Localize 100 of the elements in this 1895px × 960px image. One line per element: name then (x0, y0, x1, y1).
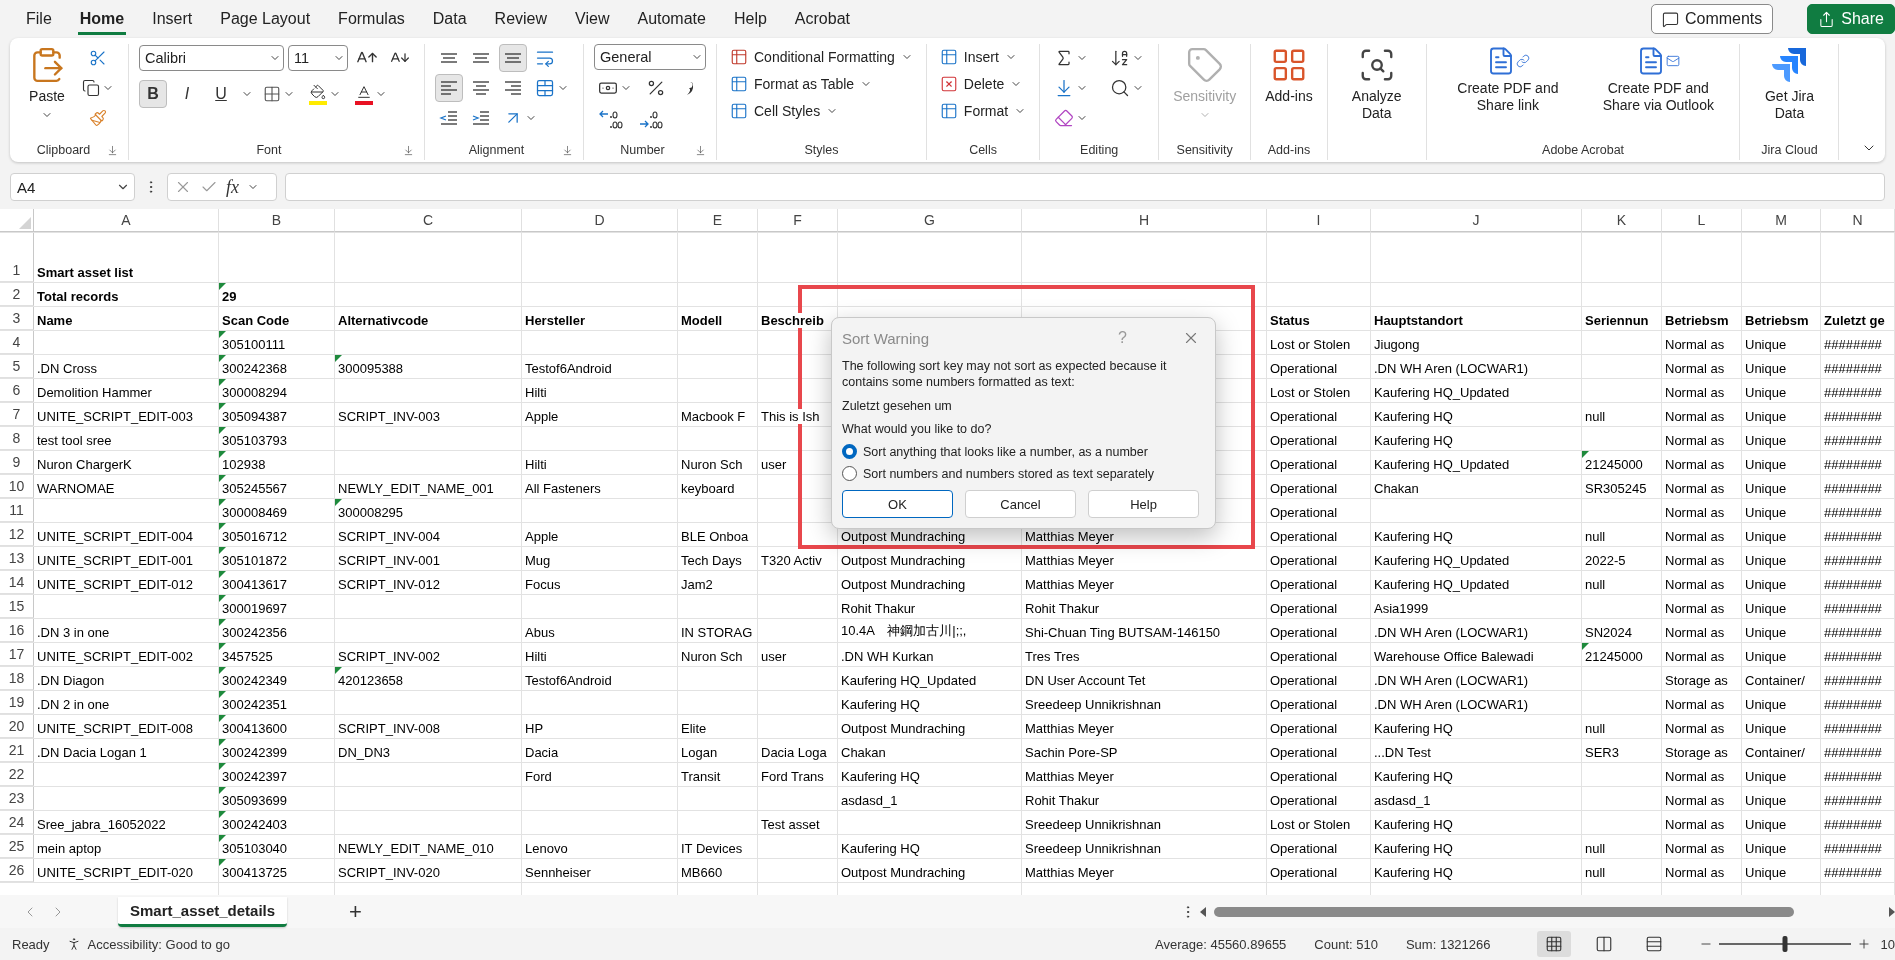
row-header[interactable]: 14 (0, 571, 34, 594)
column-header[interactable]: G (838, 209, 1022, 232)
row-header[interactable]: 10 (0, 475, 34, 498)
paste-button[interactable]: Paste (24, 44, 70, 123)
row-header[interactable]: 21 (0, 739, 34, 762)
menu-tab[interactable]: File (24, 3, 54, 35)
bold-button[interactable]: B (139, 80, 167, 108)
cell-text: Focus (525, 577, 561, 592)
insert-button[interactable]: Insert (936, 44, 1030, 70)
sheet-tab[interactable]: Smart_asset_details (118, 896, 288, 927)
cell-text: Hersteller (525, 313, 585, 328)
column-header[interactable]: B (219, 209, 335, 232)
pdf-link-button[interactable]: Create PDF and Share link (1436, 44, 1580, 116)
font-size-field[interactable]: 11 (288, 45, 348, 71)
view-button[interactable] (1536, 931, 1571, 957)
column-header[interactable]: N (1821, 209, 1895, 232)
row-header[interactable]: 25 (0, 835, 34, 858)
menu-tab[interactable]: Insert (150, 3, 195, 35)
number-format-field[interactable]: General (594, 44, 706, 70)
row-header[interactable]: 19 (0, 691, 34, 714)
zoom-thumb[interactable] (1782, 936, 1788, 952)
column-header[interactable]: H (1022, 209, 1267, 232)
column-header[interactable]: C (335, 209, 522, 232)
analyze-button[interactable]: Analyze Data (1337, 44, 1416, 124)
row-header[interactable]: 7 (0, 403, 34, 426)
dialog-button[interactable]: Help (1088, 490, 1199, 518)
cell-text: Scan Code (222, 313, 290, 328)
scrollbar-thumb[interactable] (1214, 906, 1794, 917)
menu-tab[interactable]: Help (731, 3, 769, 35)
column-header[interactable]: J (1371, 209, 1582, 232)
menu-tab[interactable]: Page Layout (218, 3, 313, 35)
radio-button[interactable] (842, 466, 857, 481)
radio-button[interactable] (842, 444, 857, 459)
alignment-button[interactable] (435, 74, 463, 102)
menu-tab[interactable]: Review (492, 3, 550, 35)
scroll-right-arrow-icon[interactable] (1889, 906, 1895, 917)
scroll-left-arrow-icon[interactable] (1200, 906, 1206, 917)
row-header[interactable]: 1 (0, 233, 34, 282)
insert-function-button[interactable]: fx (226, 176, 239, 198)
row-header[interactable]: 22 (0, 763, 34, 786)
row-header[interactable]: 4 (0, 331, 34, 354)
row-header[interactable]: 23 (0, 787, 34, 810)
option-label[interactable]: Sort anything that looks like a number, as a number (863, 444, 1148, 459)
table-button[interactable]: Format as Table (727, 71, 916, 97)
format-button[interactable]: Format (936, 98, 1030, 124)
alignment-button[interactable] (499, 44, 527, 72)
pdf-mail-button[interactable]: Create PDF and Share via Outlook (1587, 44, 1730, 116)
column-header[interactable]: L (1662, 209, 1742, 232)
font-name-field[interactable]: Calibri (139, 45, 284, 71)
zoom-level[interactable]: 10 (1880, 936, 1895, 952)
formula-input[interactable] (285, 173, 1885, 201)
row-header[interactable]: 9 (0, 451, 34, 474)
menu-tab[interactable]: Acrobat (792, 3, 852, 35)
row-header[interactable]: 15 (0, 595, 34, 618)
cell-text: ######## (1824, 601, 1882, 616)
menu-tab[interactable]: Home (77, 3, 127, 35)
row-header[interactable]: 26 (0, 859, 34, 882)
addins-button[interactable]: Add-ins (1261, 44, 1317, 107)
column-header[interactable]: D (522, 209, 678, 232)
row-header[interactable]: 12 (0, 523, 34, 546)
italic-button[interactable]: I (173, 80, 201, 108)
underline-button[interactable]: U (207, 80, 235, 108)
cell-styles-button[interactable]: Cell Styles (727, 98, 916, 124)
row-header[interactable]: 17 (0, 643, 34, 666)
option-label[interactable]: Sort numbers and numbers stored as text separately (863, 466, 1155, 481)
row-header[interactable]: 8 (0, 427, 34, 450)
conditional-button[interactable]: Conditional Formatting (727, 44, 916, 70)
row-header[interactable]: 18 (0, 667, 34, 690)
dialog-button[interactable]: OK (842, 490, 953, 518)
menu-tab[interactable]: Automate (635, 3, 708, 35)
column-header[interactable]: M (1742, 209, 1821, 232)
menu-tab[interactable]: Data (430, 3, 469, 35)
row-header[interactable]: 11 (0, 499, 34, 522)
row-header[interactable]: 16 (0, 619, 34, 642)
add-sheet-button[interactable]: + (345, 898, 366, 925)
row-header[interactable]: 20 (0, 715, 34, 738)
row-header[interactable]: 24 (0, 811, 34, 834)
menu-tab[interactable]: View (573, 3, 612, 35)
column-header[interactable]: I (1267, 209, 1371, 232)
menu-tab[interactable]: Formulas (336, 3, 407, 35)
column-header[interactable]: K (1582, 209, 1662, 232)
row-header[interactable]: 2 (0, 283, 34, 306)
comments-button[interactable]: Comments (1650, 4, 1774, 34)
cell-text: Kaufering HQ (1374, 865, 1453, 880)
column-header[interactable]: E (678, 209, 758, 232)
jira-button[interactable]: Get Jira Data (1750, 44, 1829, 124)
name-box[interactable]: A4 (10, 173, 135, 201)
cell-text: ######## (1824, 529, 1882, 544)
share-button[interactable]: Share (1807, 4, 1895, 34)
column-header[interactable]: F (758, 209, 838, 232)
cell-text: Hilti (525, 385, 547, 400)
column-header[interactable]: A (34, 209, 219, 232)
row-header[interactable]: 13 (0, 547, 34, 570)
row-header[interactable]: 5 (0, 355, 34, 378)
row-header[interactable]: 6 (0, 379, 34, 402)
accessibility-button[interactable]: Accessibility: Good to go (65, 936, 230, 952)
align-icon (503, 53, 523, 63)
delete-button[interactable]: Delete (936, 71, 1030, 97)
row-header[interactable]: 3 (0, 307, 34, 330)
dialog-button[interactable]: Cancel (965, 490, 1076, 518)
